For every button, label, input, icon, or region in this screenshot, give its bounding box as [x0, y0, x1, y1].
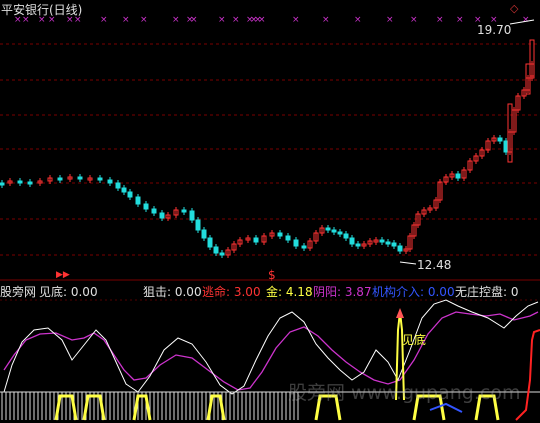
jiandi-annotation: 见底	[402, 333, 427, 347]
candle-body	[343, 233, 349, 239]
chart-canvas[interactable]: × × × × × × × × × × ×× × × ×××× × × × × × × × × × ×	[0, 0, 540, 423]
signal-x-icon: ×	[354, 15, 362, 25]
magenta-line	[3, 311, 539, 391]
candle-body	[97, 177, 103, 181]
arrow-up-icon	[396, 308, 404, 318]
candle-body	[135, 196, 141, 205]
price-low-label: 12.48	[417, 258, 452, 272]
signal-x-icon: ×	[322, 15, 330, 25]
candle-body	[127, 191, 133, 198]
dollar-marker-icon: $	[268, 268, 276, 282]
diamond-icon[interactable]: ◇	[510, 2, 518, 16]
indicator-juji: 狙击: 0.00	[143, 285, 202, 299]
candle-body	[325, 227, 331, 231]
candle-body	[17, 180, 23, 184]
signal-x-icon: ×	[258, 15, 266, 25]
candle-body	[293, 239, 299, 247]
candle-body	[195, 219, 201, 231]
signal-x-icon: ×	[122, 15, 130, 25]
signal-x-icon: ×	[232, 15, 240, 25]
candle-body	[497, 137, 503, 142]
indicator-yinyang: 阴阳: 3.87	[313, 285, 372, 299]
candle-body	[301, 245, 307, 249]
chart-title: 平安银行(日线)	[1, 3, 83, 17]
signal-x-icon: ×	[522, 15, 530, 25]
candle-body	[107, 179, 113, 184]
signal-x-icon: ×	[386, 15, 394, 25]
candle-body	[355, 243, 361, 247]
candle-body	[337, 231, 343, 235]
watermark: 股旁网 www.gupang.com	[288, 382, 521, 404]
blue-line	[429, 402, 463, 413]
indicator-wuzhuang: 无庄控盘: 0	[455, 285, 519, 299]
candle-body	[213, 246, 219, 254]
signal-x-icon: ×	[456, 15, 464, 25]
candle-body	[159, 212, 165, 219]
arrow-marker-icon: ▶▶	[56, 270, 70, 280]
red-signal-line	[515, 329, 540, 421]
signal-x-icon: ×	[410, 15, 418, 25]
low-leader-line	[399, 261, 417, 265]
candle-body	[379, 239, 385, 243]
candle-body	[385, 241, 391, 245]
candle-body	[189, 210, 195, 221]
candle-body	[121, 187, 127, 193]
candle-body	[57, 177, 63, 181]
indicator-taoming: 逃命: 3.00	[202, 285, 261, 299]
signal-x-icon: ×	[436, 15, 444, 25]
candle-body	[503, 140, 509, 153]
signal-x-icon: ×	[140, 15, 148, 25]
signal-x-icon: ×	[100, 15, 108, 25]
signal-x-icon: ×	[172, 15, 180, 25]
candle-body	[349, 237, 355, 245]
signal-x-icon: ×	[292, 15, 300, 25]
indicator-jin: 金: 4.18	[266, 285, 313, 299]
candle-body	[181, 209, 187, 213]
candle-body	[285, 235, 291, 241]
candle-body	[391, 242, 397, 247]
price-high-label: 19.70	[477, 23, 512, 37]
candle-body	[277, 232, 283, 237]
candle-body	[201, 229, 207, 239]
candle-body	[143, 203, 149, 210]
candle-body	[115, 182, 121, 189]
candle-body	[151, 208, 157, 214]
candle-body	[219, 252, 225, 256]
candle-body	[253, 237, 259, 243]
stock-chart-window: × × × × × × × × × × × × × × × × × × × × × × × × × × × × 平安银行(日线) ◇ …	[0, 0, 540, 423]
signal-x-icon: ×	[218, 15, 226, 25]
candle-body	[331, 229, 337, 233]
indicator-source: 股旁网	[0, 285, 37, 299]
candle-body	[207, 237, 213, 248]
candle-body	[397, 245, 403, 252]
candle-body	[0, 182, 5, 186]
candle-body	[77, 176, 83, 180]
candle-body	[27, 181, 33, 185]
candle-body	[455, 173, 461, 179]
signal-x-icon: ×	[190, 15, 198, 25]
indicator-jiandi: 见底: 0.00	[39, 285, 98, 299]
white-line	[3, 299, 539, 395]
indicator-jigou: 机构介入: 0.00	[372, 285, 455, 299]
